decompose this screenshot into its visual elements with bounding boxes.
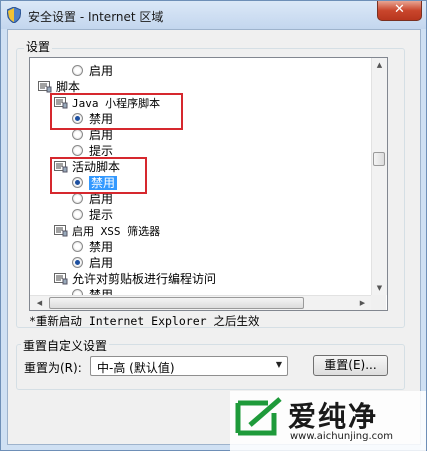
- window-title: 安全设置 - Internet 区域: [28, 10, 164, 24]
- tree-row[interactable]: 启用: [72, 255, 113, 271]
- tree-row[interactable]: 提示: [72, 207, 113, 223]
- chevron-down-icon: ▼: [275, 360, 282, 369]
- radio-button[interactable]: [72, 193, 83, 204]
- scroll-thumb[interactable]: [49, 297, 304, 309]
- radio-button[interactable]: [72, 209, 83, 220]
- script-settings-icon: [38, 80, 52, 92]
- watermark-url: www.aichunjing.com: [290, 431, 393, 442]
- security-settings-window: 安全设置 - Internet 区域 ✕ 设置 启用 脚本 Java 小程序脚本…: [0, 0, 427, 451]
- tree-row[interactable]: 禁用: [72, 287, 113, 295]
- reset-button[interactable]: 重置(E)...: [313, 355, 388, 376]
- radio-button[interactable]: [72, 241, 83, 252]
- annotation-box-active-script: [50, 157, 147, 194]
- settings-group-label: 设置: [24, 38, 53, 55]
- title-bar[interactable]: 安全设置 - Internet 区域 ✕: [1, 1, 426, 29]
- annotation-box-java: [50, 93, 183, 130]
- tree-row[interactable]: 禁用: [72, 239, 113, 255]
- watermark-logo: 爱纯净 www.aichunjing.com: [230, 391, 426, 451]
- settings-tree[interactable]: 启用 脚本 Java 小程序脚本 禁用 启用 提示 活动脚本 禁用 启用 提示 …: [29, 57, 388, 311]
- scroll-right-icon[interactable]: ▶: [355, 299, 370, 307]
- scroll-thumb[interactable]: [373, 152, 385, 166]
- shield-icon: [7, 7, 21, 23]
- tree-category: 允许对剪贴板进行编程访问: [54, 271, 216, 287]
- tree-category: 启用 XSS 筛选器: [54, 223, 160, 239]
- reset-group-label: 重置自定义设置: [21, 337, 110, 354]
- scroll-up-icon[interactable]: ▲: [372, 61, 387, 69]
- scrollbar-corner: [371, 295, 386, 310]
- security-level-value: 中-高 (默认值): [97, 361, 175, 375]
- vertical-scrollbar[interactable]: ▲ ▼: [371, 58, 387, 295]
- radio-button[interactable]: [72, 65, 83, 76]
- close-button[interactable]: ✕: [377, 1, 422, 21]
- scroll-down-icon[interactable]: ▼: [372, 284, 387, 292]
- script-settings-icon: [54, 224, 68, 236]
- tree-row[interactable]: 启用: [72, 63, 113, 79]
- dialog-body: 设置 启用 脚本 Java 小程序脚本 禁用 启用 提示 活动脚本 禁用 启用 …: [7, 29, 421, 445]
- watermark-brand: 爱纯净: [288, 400, 379, 433]
- radio-button[interactable]: [72, 145, 83, 156]
- close-icon: ✕: [394, 2, 405, 17]
- restart-note: *重新启动 Internet Explorer 之后生效: [29, 314, 260, 328]
- script-settings-icon: [54, 272, 68, 284]
- security-level-select[interactable]: 中-高 (默认值) ▼: [90, 356, 288, 376]
- radio-button[interactable]: [72, 129, 83, 140]
- horizontal-scrollbar[interactable]: ◀ ▶: [30, 295, 371, 310]
- reset-to-label: 重置为(R):: [24, 361, 82, 375]
- scroll-left-icon[interactable]: ◀: [32, 299, 47, 307]
- radio-button[interactable]: [72, 257, 83, 268]
